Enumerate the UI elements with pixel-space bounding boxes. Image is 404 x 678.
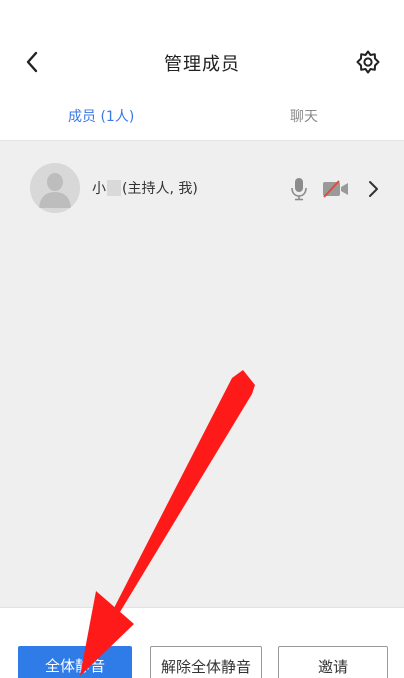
tab-chat[interactable]: 聊天 <box>290 106 318 126</box>
name-redaction <box>107 180 121 196</box>
settings-button[interactable] <box>354 48 382 76</box>
member-name: 小 (主持人, 我) <box>92 178 198 198</box>
page-title: 管理成员 <box>164 54 240 75</box>
list-item[interactable]: 小 (主持人, 我) <box>0 163 404 215</box>
microphone-icon[interactable] <box>290 177 308 201</box>
member-role: (主持人, 我) <box>122 181 198 197</box>
footer-actions: 全体静音 解除全体静音 邀请 <box>0 607 404 678</box>
member-name-prefix: 小 <box>92 181 106 197</box>
avatar <box>30 163 80 213</box>
default-avatar-icon <box>30 163 80 213</box>
header: 管理成员 <box>0 0 404 98</box>
chevron-right-icon[interactable] <box>366 179 380 199</box>
invite-button[interactable]: 邀请 <box>278 646 388 678</box>
tab-members[interactable]: 成员 (1人) <box>68 106 134 126</box>
camera-off-icon[interactable] <box>322 179 350 199</box>
member-list: 小 (主持人, 我) <box>0 141 404 607</box>
gear-icon <box>356 50 380 74</box>
mute-all-button[interactable]: 全体静音 <box>18 646 132 678</box>
manage-members-screen: 管理成员 成员 (1人) 聊天 小 (主持人, 我) 全体静音 解除全体静音 邀… <box>0 0 404 678</box>
tab-bar: 成员 (1人) 聊天 <box>0 98 404 141</box>
unmute-all-button[interactable]: 解除全体静音 <box>150 646 262 678</box>
